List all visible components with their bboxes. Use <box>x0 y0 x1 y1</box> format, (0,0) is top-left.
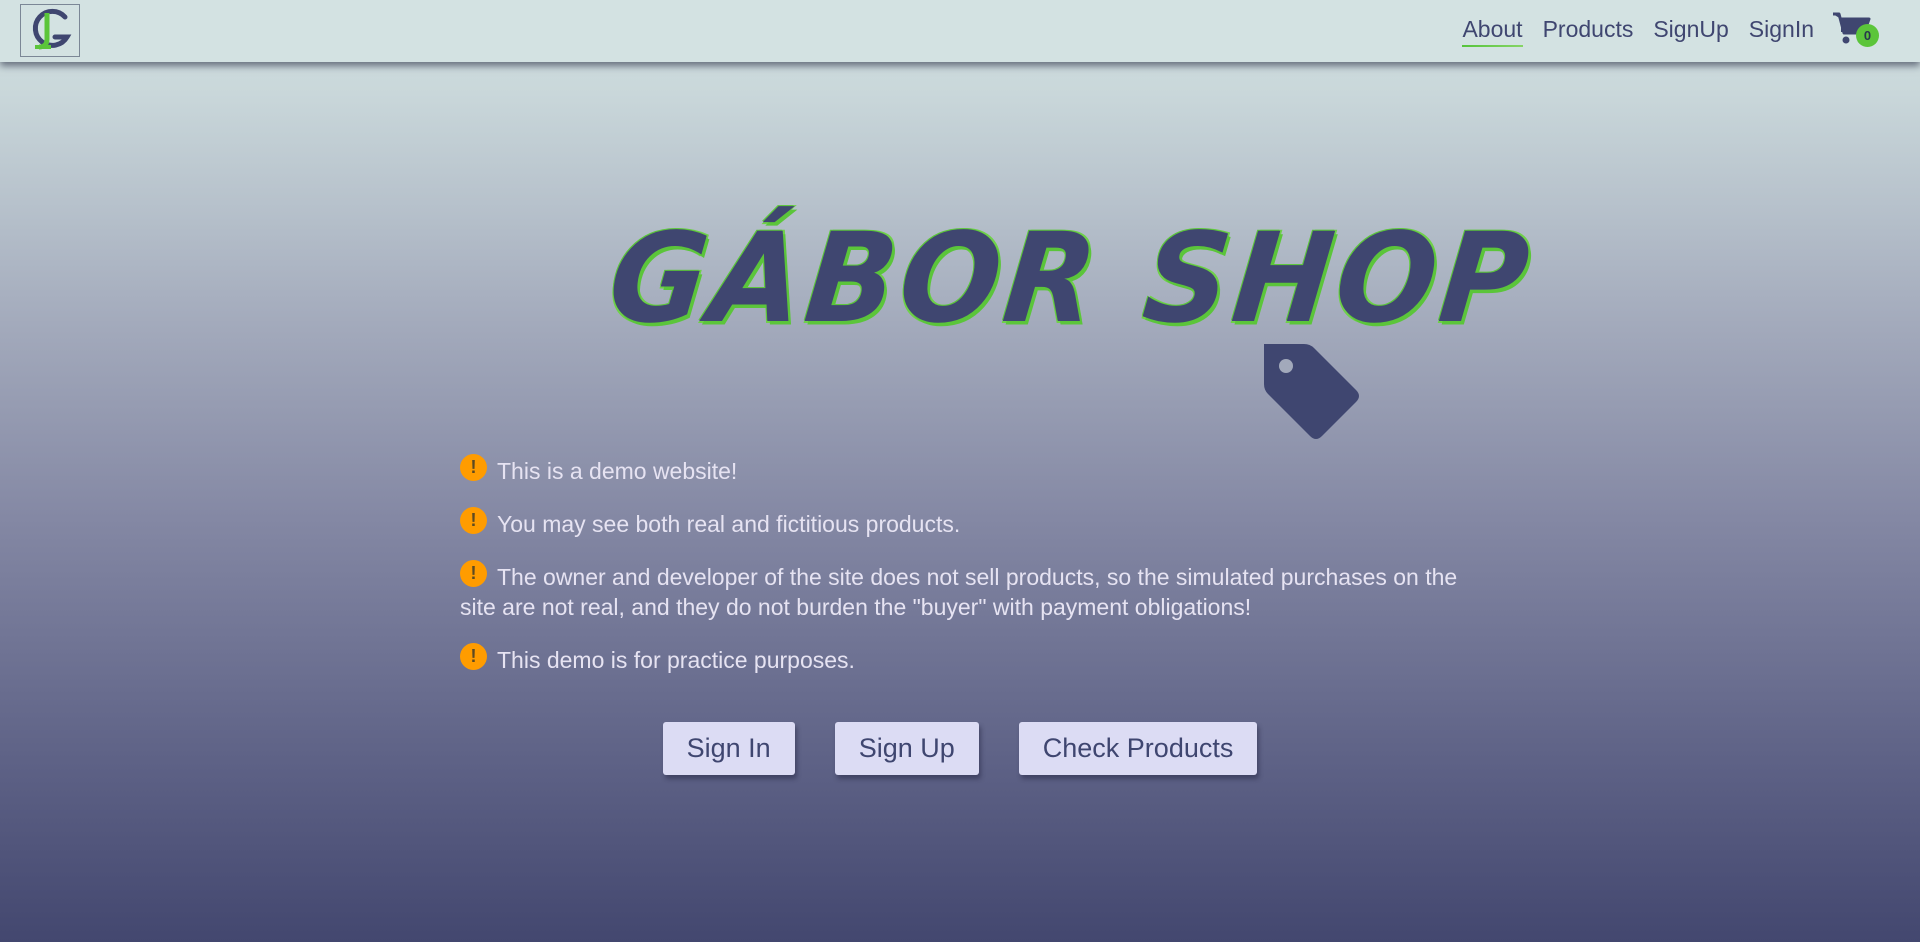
cart-count-badge: 0 <box>1856 24 1879 47</box>
disclaimer-item: ! This is a demo website! <box>460 454 1470 486</box>
warning-icon: ! <box>460 560 487 587</box>
sign-up-button[interactable]: Sign Up <box>834 722 979 775</box>
action-buttons: Sign In Sign Up Check Products <box>0 722 1920 775</box>
check-products-button[interactable]: Check Products <box>1018 722 1258 775</box>
disclaimer-text: The owner and developer of the site does… <box>460 564 1458 620</box>
disclaimer-item: ! This demo is for practice purposes. <box>460 643 1470 675</box>
nav-link-signin[interactable]: SignIn <box>1749 18 1814 44</box>
navbar: About Products SignUp SignIn 0 <box>0 0 1920 62</box>
disclaimer-text: This is a demo website! <box>497 458 738 484</box>
logo-icon <box>32 8 72 50</box>
warning-icon: ! <box>460 454 487 481</box>
nav-link-about[interactable]: About <box>1462 18 1523 47</box>
sign-in-button[interactable]: Sign In <box>662 722 795 775</box>
logo[interactable] <box>20 4 80 57</box>
warning-icon: ! <box>460 507 487 534</box>
price-tag-icon <box>1264 344 1359 439</box>
nav-links: About Products SignUp SignIn 0 <box>1442 0 1879 62</box>
disclaimer-text: This demo is for practice purposes. <box>497 647 855 673</box>
disclaimer-item: ! The owner and developer of the site doe… <box>460 560 1470 622</box>
disclaimer-list: ! This is a demo website! ! You may see bo… <box>460 454 1470 698</box>
disclaimer-item: ! You may see both real and fictitious pr… <box>460 507 1470 539</box>
hero-title: GÁBOR SHOP <box>602 205 1540 351</box>
nav-link-signup[interactable]: SignUp <box>1653 18 1728 44</box>
warning-icon: ! <box>460 643 487 670</box>
disclaimer-text: You may see both real and fictitious pro… <box>497 511 961 537</box>
cart-button[interactable]: 0 <box>1832 11 1879 51</box>
nav-link-products[interactable]: Products <box>1543 18 1634 44</box>
hero: GÁBOR SHOP <box>603 206 1539 452</box>
